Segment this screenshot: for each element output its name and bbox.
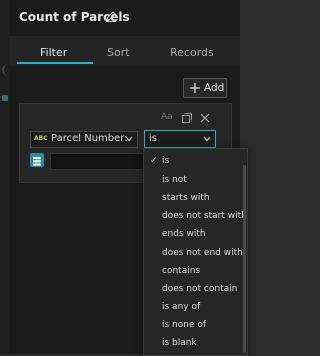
add-button-label: Add (204, 82, 225, 94)
pencil-icon[interactable] (104, 9, 118, 23)
chevron-down-icon (203, 136, 211, 142)
operator-select-value: is (149, 133, 157, 144)
string-field-icon: ABC (34, 135, 48, 142)
tab-sort[interactable]: Sort (107, 46, 130, 59)
background-element (2, 95, 8, 101)
copy-icon[interactable] (181, 112, 193, 124)
panel-header: Count of Parcels (9, 0, 240, 36)
plus-icon (190, 83, 200, 93)
field-select[interactable]: ABC Parcel Number: (30, 131, 138, 148)
operator-dropdown: ✓ is is not starts with does not start w… (143, 148, 248, 356)
field-select-value: Parcel Number: (51, 133, 128, 144)
dropdown-scrollbar[interactable] (243, 165, 246, 353)
case-sensitive-icon[interactable]: Aa (161, 112, 173, 124)
tab-records[interactable]: Records (170, 46, 214, 59)
operator-select[interactable]: is (144, 130, 216, 148)
close-icon[interactable] (199, 112, 211, 124)
active-tab-indicator (17, 62, 93, 64)
add-button[interactable]: Add (183, 78, 227, 98)
chevron-down-icon (125, 136, 133, 142)
checkmark-icon: ✓ (150, 156, 158, 166)
tab-filter[interactable]: Filter (40, 46, 67, 59)
value-input[interactable] (50, 153, 144, 170)
ask-for-values-icon[interactable] (30, 153, 44, 167)
list-icon (33, 157, 41, 166)
